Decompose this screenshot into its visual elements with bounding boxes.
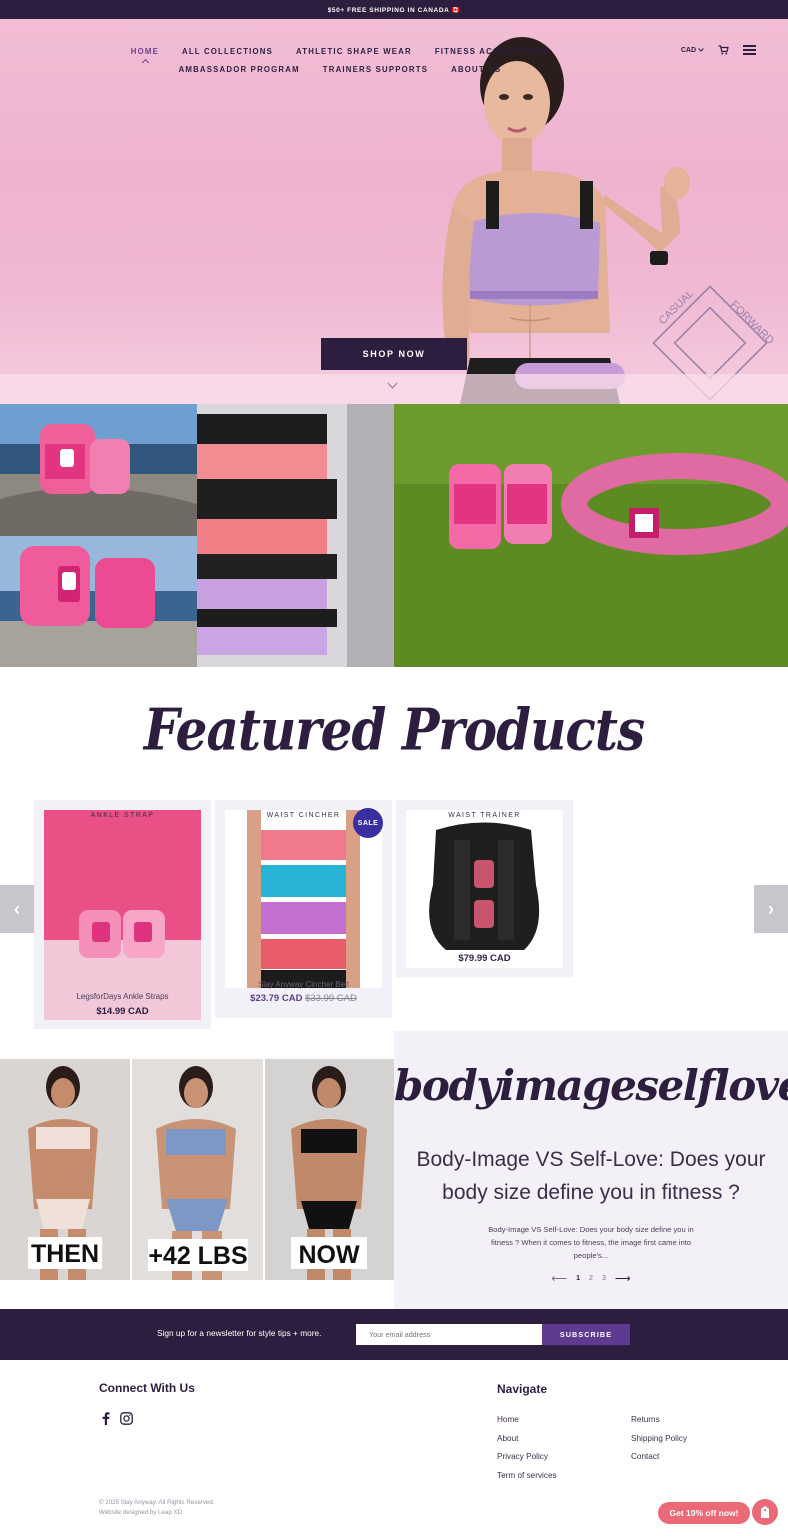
product-compare-price: $33.99 CAD <box>305 993 357 1004</box>
blog-pager: ⟵ 1 2 3 ⟶ <box>394 1272 788 1285</box>
nav-fitness-accessories[interactable]: FITNESS ACCESSORIES <box>435 47 549 56</box>
bag-text-forward: FORWARD <box>728 299 776 347</box>
announcement-bar: $50+ FREE SHIPPING IN CANADA 🇨🇦 <box>0 0 788 19</box>
sale-badge: SALE <box>353 808 383 838</box>
facebook-icon[interactable] <box>102 1412 110 1425</box>
main-nav: HOME ALL COLLECTIONS ATHLETIC SHAPE WEAR… <box>60 47 620 74</box>
menu-icon[interactable] <box>743 45 756 55</box>
blog-tag-heading: bodyimageselflove <box>394 1061 788 1110</box>
designer-credit[interactable]: Website designed by Leap XD <box>99 1509 182 1516</box>
collage-beach-ankle-straps-2[interactable] <box>0 536 197 667</box>
collage-grass-booty-band[interactable] <box>394 404 788 667</box>
product-price-row: $23.79 CAD $33.99 CAD <box>215 993 392 1004</box>
arrow-right-icon[interactable]: ⟶ <box>615 1272 631 1285</box>
blog-panel: bodyimageselflove Body-Image VS Self-Lov… <box>394 1031 788 1309</box>
chevron-left-icon: ‹ <box>14 898 20 919</box>
product-price: $14.99 CAD <box>96 1006 149 1017</box>
pager-page-1[interactable]: 1 <box>576 1275 580 1282</box>
nav-all-collections[interactable]: ALL COLLECTIONS <box>182 47 273 56</box>
product-image-waist-cincher <box>225 810 382 988</box>
footer-link-contact[interactable]: Contact <box>631 1452 659 1461</box>
footer-link-terms[interactable]: Term of services <box>497 1471 557 1480</box>
footer-link-privacy[interactable]: Privacy Policy <box>497 1452 548 1461</box>
navigate-heading: Navigate <box>497 1382 548 1396</box>
product-sale-price: $23.79 CAD <box>250 993 303 1004</box>
hero-model-image: CASUAL FORWARD <box>442 37 776 404</box>
featured-products-title: Featured Products <box>143 695 645 764</box>
product-image-ankle-strap <box>44 810 201 1020</box>
announcement-text: $50+ FREE SHIPPING IN CANADA 🇨🇦 <box>327 6 461 14</box>
subscribe-button[interactable]: SUBSCRIBE <box>542 1324 630 1345</box>
blog-caption-then: THEN <box>31 1240 99 1268</box>
product-collage <box>0 404 788 667</box>
product-price: $79.99 CAD <box>458 953 511 964</box>
hero-banner: CASUAL FORWARD HOME ALL COLLECTIONS ATHL… <box>0 19 788 404</box>
collage-folded-cinchers[interactable] <box>197 404 394 667</box>
blog-image-plus42[interactable]: +42 LBS <box>132 1059 263 1280</box>
newsletter-bar: Sign up for a newsletter for style tips … <box>0 1309 788 1360</box>
header-actions: CAD <box>681 45 756 55</box>
collage-beach-ankle-straps-1[interactable] <box>0 404 197 536</box>
blog-image-then[interactable]: THEN <box>0 1059 130 1280</box>
bag-text-casual: CASUAL <box>657 288 697 328</box>
arrow-left-icon[interactable]: ⟵ <box>551 1272 567 1285</box>
cart-icon[interactable] <box>718 45 729 55</box>
product-name[interactable]: Slay Anyway Cincher Belt <box>215 980 392 989</box>
product-card-waist-trainer[interactable]: $79.99 CAD WAIST TRAINER <box>396 800 573 977</box>
nav-athletic-shape-wear[interactable]: ATHLETIC SHAPE WEAR <box>296 47 412 56</box>
carousel-next-button[interactable]: › <box>754 885 788 933</box>
chevron-right-icon: › <box>768 898 774 919</box>
nav-ambassador-program[interactable]: AMBASSADOR PROGRAM <box>179 65 300 74</box>
product-card-waist-cincher[interactable]: WAIST CINCHER SALE Slay Anyway Cincher B… <box>215 800 392 1018</box>
blog-post-excerpt: Body-Image VS Self-Love: Does your body … <box>488 1225 694 1260</box>
currency-label: CAD <box>680 46 697 54</box>
newsletter-text: Sign up for a newsletter for style tips … <box>157 1328 322 1338</box>
footer-link-about[interactable]: About <box>497 1434 518 1443</box>
blog-post-title[interactable]: Body-Image VS Self-Love: Does your body … <box>414 1143 768 1209</box>
currency-selector[interactable]: CAD <box>681 47 704 54</box>
carousel-prev-button[interactable]: ‹ <box>0 885 34 933</box>
product-image-waist-trainer <box>406 810 563 968</box>
nav-about-us[interactable]: ABOUT US <box>451 65 501 74</box>
discount-promo-button[interactable]: Get 10% off now! <box>658 1502 750 1524</box>
connect-heading: Connect With Us <box>99 1381 195 1395</box>
footer-link-returns[interactable]: Returns <box>631 1415 660 1424</box>
footer-link-home[interactable]: Home <box>497 1415 519 1424</box>
pager-page-3[interactable]: 3 <box>602 1275 606 1282</box>
blog-image-now[interactable]: NOW <box>265 1059 394 1280</box>
nav-home[interactable]: HOME <box>131 47 159 56</box>
shop-now-button[interactable]: SHOP NOW <box>321 338 467 370</box>
blog-caption-plus42: +42 LBS <box>148 1242 247 1270</box>
blog-caption-now: NOW <box>298 1241 360 1269</box>
instagram-icon[interactable] <box>120 1412 133 1425</box>
nav-trainers-supports[interactable]: TRAINERS SUPPORTS <box>323 65 428 74</box>
hero-bottom-fade <box>0 374 788 404</box>
pager-page-2[interactable]: 2 <box>589 1275 593 1282</box>
footer-link-shipping[interactable]: Shipping Policy <box>631 1434 687 1443</box>
product-category: ANKLE STRAP <box>90 812 155 819</box>
product-category: WAIST TRAINER <box>448 812 521 819</box>
gift-tag-icon[interactable] <box>752 1499 778 1525</box>
newsletter-email-input[interactable] <box>356 1324 542 1345</box>
copyright-text: © 2025 Slay Anyway. All Rights Reserved. <box>99 1499 215 1506</box>
product-card-ankle-strap[interactable]: ANKLE STRAP LegsforDays Ankle Straps $14… <box>34 800 211 1029</box>
product-name[interactable]: LegsforDays Ankle Straps <box>34 992 211 1001</box>
chevron-down-icon <box>698 47 704 52</box>
